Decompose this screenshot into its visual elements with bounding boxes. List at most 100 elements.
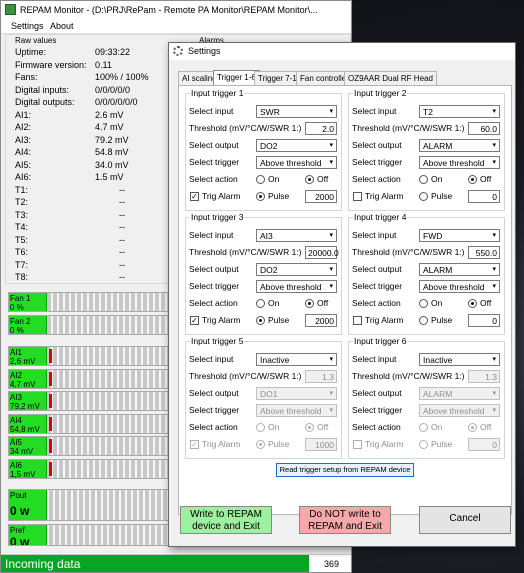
ai-name: AI2 [10,370,23,380]
raw-label: T7: [15,259,29,270]
action-off-radio[interactable] [305,175,314,184]
trigger-label: Select trigger [189,405,240,415]
action-on-radio[interactable] [256,423,265,432]
pulse-radio[interactable] [256,192,265,201]
threshold-field[interactable]: 1.3 [305,370,337,383]
action-off-radio[interactable] [305,299,314,308]
pulse-radio[interactable] [256,316,265,325]
trig-alarm-checkbox[interactable]: ✓ [190,192,199,201]
trigger-select[interactable]: Above threshold ▾ [256,404,337,417]
trig-alarm-checkbox[interactable]: ✓ [190,316,199,325]
tab-oz9aar-dual-rf-head[interactable]: OZ9AAR Dual RF Head [344,71,437,85]
pulse-field[interactable]: 0 [468,190,500,203]
input-select[interactable]: Inactive ▾ [256,353,337,366]
action-off-radio[interactable] [468,423,477,432]
menu-settings[interactable]: Settings [11,21,44,31]
tab-trigger-1-6[interactable]: Trigger 1-6 [213,70,260,85]
pulse-field[interactable]: 1000 [305,438,337,451]
raw-value: 1.5 mV [95,172,124,182]
chevron-down-icon: ▾ [329,266,333,273]
raw-value: -- [119,272,125,282]
raw-value: -- [119,184,125,195]
threshold-field[interactable]: 60.0 [468,122,500,135]
action-off-radio[interactable] [468,299,477,308]
action-on-radio[interactable] [419,299,428,308]
output-select[interactable]: ALARM ▾ [419,387,500,400]
pulse-radio[interactable] [419,192,428,201]
trigger-value: Above threshold [423,282,485,292]
ai-value: 79,2 mV [10,402,40,411]
trig-alarm-checkbox[interactable] [353,192,362,201]
input-value: Inactive [260,355,290,365]
chevron-down-icon: ▾ [329,232,333,239]
trigger-select[interactable]: Above threshold ▾ [419,156,500,169]
ai-name: AI6 [10,460,23,470]
output-value: DO2 [260,141,278,151]
input-select[interactable]: SWR ▾ [256,105,337,118]
no-write-exit-button[interactable]: Do NOT write to REPAM and Exit [299,506,391,534]
input-trigger-5-group: Input trigger 5 Select input Threshold (mV… [185,336,342,459]
output-select[interactable]: DO2 ▾ [256,263,337,276]
ai-name: AI1 [10,348,23,357]
pout-value: 0 w [10,504,30,518]
raw-label: Digital inputs: [15,84,70,95]
pulse-radio[interactable] [419,316,428,325]
pulse-field[interactable]: 2000 [305,314,337,327]
input-select[interactable]: T2 ▾ [419,105,500,118]
input-select[interactable]: AI3 ▾ [256,229,337,242]
output-select[interactable]: ALARM ▾ [419,139,500,152]
status-count: 369 [324,559,340,569]
ai-level-marker [49,371,52,386]
trig-alarm-checkbox[interactable]: ✓ [190,440,199,449]
input-trigger-4-group: Input trigger 4 Select input Threshold (mV… [348,212,505,335]
chevron-down-icon: ▾ [492,159,496,166]
chevron-down-icon: ▾ [329,407,333,414]
raw-label: AI2: [15,122,32,132]
action-on-radio[interactable] [419,423,428,432]
pulse-radio[interactable] [256,440,265,449]
raw-value: 09:33:22 [95,47,131,57]
action-off-radio[interactable] [305,423,314,432]
trigger-select[interactable]: Above threshold ▾ [419,404,500,417]
raw-label: T6: [15,247,29,257]
ai-value: 1,5 mV [10,469,36,479]
trig-alarm-checkbox[interactable] [353,316,362,325]
trigger-label: Select trigger [352,281,403,291]
raw-label: Uptime: [15,47,47,57]
pulse-field[interactable]: 2000 [305,190,337,203]
input-select[interactable]: Inactive ▾ [419,353,500,366]
input-label: Select input [352,106,397,116]
trigger-select[interactable]: Above threshold ▾ [256,280,337,293]
output-select[interactable]: DO1 ▾ [256,387,337,400]
input-label: Select input [352,354,397,364]
trig-alarm-label: Trig Alarm [365,315,404,325]
dialog-title: Settings [188,46,221,56]
read-setup-button[interactable]: Read trigger setup from REPAM device [276,463,414,477]
trigger-select[interactable]: Above threshold ▾ [256,156,337,169]
ai-label: AI1 2,6 mV [9,347,47,365]
action-on-radio[interactable] [256,299,265,308]
pulse-radio[interactable] [419,440,428,449]
threshold-field[interactable]: 2.0 [305,122,337,135]
ai-name: AI3 [10,393,23,402]
pulse-field[interactable]: 0 [468,438,500,451]
chevron-down-icon: ▾ [329,108,333,115]
pulse-field[interactable]: 0 [468,314,500,327]
threshold-field[interactable]: 1.3 [468,370,500,383]
action-on-radio[interactable] [419,175,428,184]
action-on-radio[interactable] [256,175,265,184]
trigger-select[interactable]: Above threshold ▾ [419,280,500,293]
output-select[interactable]: DO2 ▾ [256,139,337,152]
threshold-field[interactable]: 550.0 [468,246,500,259]
menu-about[interactable]: About [50,21,74,31]
output-select[interactable]: ALARM ▾ [419,263,500,276]
trig-alarm-checkbox[interactable] [353,440,362,449]
action-off-radio[interactable] [468,175,477,184]
output-label: Select output [352,264,402,274]
cancel-button[interactable]: Cancel [419,506,511,534]
threshold-field[interactable]: 20000.0 [305,246,339,259]
input-select[interactable]: FWD ▾ [419,229,500,242]
raw-value: 54.8 mV [95,147,129,157]
write-and-exit-button[interactable]: Write to REPAM device and Exit [180,506,272,534]
output-label: Select output [352,388,402,398]
